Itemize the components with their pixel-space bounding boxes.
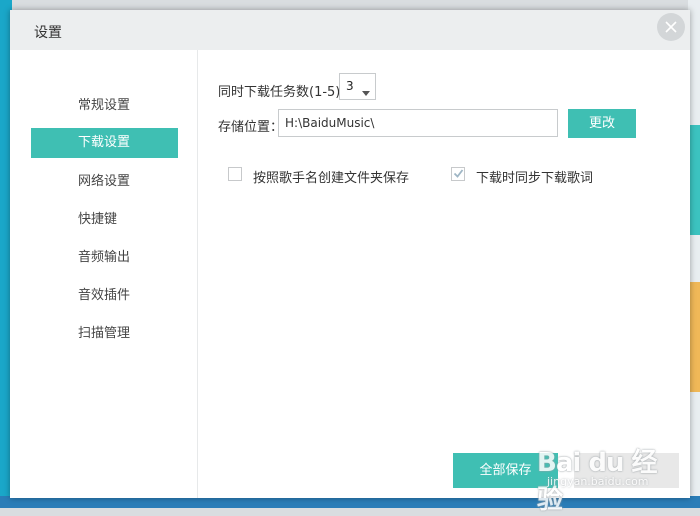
sidebar-item-general[interactable]: 常规设置 <box>31 91 178 121</box>
baidu-jingyan-watermark: Bai du 经验 jingyan.baidu.com <box>535 430 675 515</box>
download-lyrics-label: 下载时同步下载歌词 <box>476 171 594 186</box>
settings-dialog: 设置 常规设置 下载设置 网络设置 快捷键 音频输出 音效插件 扫描管理 同时下… <box>10 10 690 498</box>
dialog-titlebar: 设置 <box>10 10 690 50</box>
close-button[interactable] <box>652 10 690 44</box>
dialog-title: 设置 <box>34 25 62 41</box>
chevron-down-icon <box>362 85 370 99</box>
sidebar-item-download[interactable]: 下载设置 <box>31 128 178 158</box>
sidebar-item-network[interactable]: 网络设置 <box>31 167 178 197</box>
watermark-subtext: jingyan.baidu.com <box>547 475 649 488</box>
check-icon <box>453 169 464 178</box>
change-path-button[interactable]: 更改 <box>568 109 636 138</box>
create-artist-folder-checkbox[interactable] <box>228 167 242 181</box>
storage-path-input[interactable] <box>278 109 558 137</box>
concurrent-tasks-value: 3 <box>346 79 354 93</box>
settings-sidebar: 常规设置 下载设置 网络设置 快捷键 音频输出 音效插件 扫描管理 <box>10 50 198 498</box>
storage-location-label: 存储位置： <box>218 120 284 135</box>
concurrent-tasks-select[interactable]: 3 <box>339 73 376 100</box>
download-lyrics-checkbox[interactable] <box>451 167 465 181</box>
create-artist-folder-label: 按照歌手名创建文件夹保存 <box>253 171 410 186</box>
concurrent-tasks-label: 同时下载任务数(1-5) <box>218 85 341 100</box>
sidebar-item-audio-effects[interactable]: 音效插件 <box>31 281 178 311</box>
sidebar-item-scan-management[interactable]: 扫描管理 <box>31 319 178 349</box>
sidebar-item-shortcuts[interactable]: 快捷键 <box>31 205 178 235</box>
close-icon <box>657 13 685 41</box>
sidebar-item-audio-output[interactable]: 音频输出 <box>31 243 178 273</box>
